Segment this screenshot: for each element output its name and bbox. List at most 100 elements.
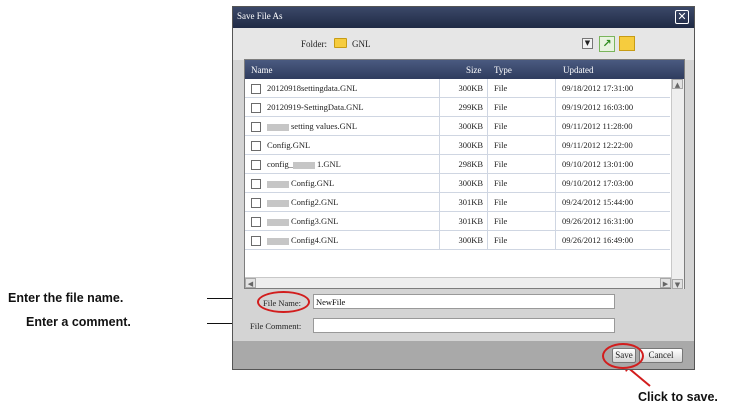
file-name-cell: 20120919-SettingData.GNL bbox=[245, 98, 440, 116]
file-name-cell: 20120918settingdata.GNL bbox=[245, 79, 440, 97]
column-header-updated[interactable]: Updated bbox=[563, 65, 594, 75]
file-name-field[interactable] bbox=[313, 294, 615, 309]
redacted-text bbox=[267, 237, 289, 245]
save-file-dialog: Save File As ✕ Folder: GNL ▼ ↗ Name Size… bbox=[232, 6, 695, 370]
callout-save: Click to save. bbox=[638, 390, 718, 404]
table-row[interactable]: Config4.GNL 300KB File 09/26/2012 16:49:… bbox=[245, 231, 670, 250]
file-name: Config2.GNL bbox=[291, 197, 339, 207]
redacted-text bbox=[267, 199, 289, 207]
table-row[interactable]: config_ 1.GNL 298KB File 09/10/2012 13:01… bbox=[245, 155, 670, 174]
column-header-name[interactable]: Name bbox=[251, 65, 273, 75]
file-updated-cell: 09/24/2012 15:44:00 bbox=[562, 197, 634, 207]
folder-dropdown-icon[interactable]: ▼ bbox=[582, 38, 593, 49]
file-updated-cell: 09/10/2012 17:03:00 bbox=[562, 178, 634, 188]
file-updated-cell: 09/26/2012 16:49:00 bbox=[562, 235, 634, 245]
up-folder-icon[interactable]: ↗ bbox=[599, 36, 615, 52]
file-name-cell: Config.GNL bbox=[245, 174, 440, 192]
file-name: Config.GNL bbox=[291, 178, 335, 188]
table-row[interactable]: 20120918settingdata.GNL 300KB File 09/18… bbox=[245, 79, 670, 98]
column-header-type[interactable]: Type bbox=[494, 65, 512, 75]
redacted-text bbox=[267, 180, 289, 188]
file-updated-cell: 09/10/2012 13:01:00 bbox=[562, 159, 634, 169]
table-row[interactable]: Config.GNL 300KB File 09/10/2012 17:03:0… bbox=[245, 174, 670, 193]
file-comment-label: File Comment: bbox=[250, 321, 302, 331]
file-name-cell: Config2.GNL bbox=[245, 193, 440, 211]
file-name-cell: config_ 1.GNL bbox=[245, 155, 440, 173]
file-size-cell: 300KB bbox=[440, 174, 488, 192]
file-comment-field[interactable] bbox=[313, 318, 615, 333]
scroll-down-icon[interactable]: ▼ bbox=[672, 279, 683, 289]
file-size-cell: 300KB bbox=[440, 79, 488, 97]
cancel-button[interactable]: Cancel bbox=[639, 348, 683, 363]
file-size-cell: 301KB bbox=[440, 212, 488, 230]
redacted-text bbox=[267, 123, 289, 131]
file-name: Config3.GNL bbox=[291, 216, 339, 226]
file-size-cell: 298KB bbox=[440, 155, 488, 173]
file-type-cell: File bbox=[488, 174, 556, 192]
column-header-size[interactable]: Size bbox=[466, 65, 482, 75]
folder-row: Folder: GNL ▼ ↗ bbox=[233, 28, 694, 60]
row-checkbox[interactable] bbox=[251, 121, 261, 132]
file-type-cell: File bbox=[488, 193, 556, 211]
file-type-cell: File bbox=[488, 136, 556, 154]
file-updated-cell: 09/18/2012 17:31:00 bbox=[562, 83, 634, 93]
callout-file-name: Enter the file name. bbox=[8, 291, 124, 305]
file-updated-cell: 09/11/2012 11:28:00 bbox=[562, 121, 633, 131]
scroll-left-icon[interactable]: ◀ bbox=[245, 278, 256, 288]
file-type-cell: File bbox=[488, 117, 556, 135]
row-checkbox[interactable] bbox=[251, 197, 261, 208]
file-name: config_ bbox=[267, 159, 293, 169]
new-folder-icon[interactable] bbox=[619, 36, 635, 51]
folder-icon bbox=[334, 38, 347, 48]
file-size-cell: 300KB bbox=[440, 136, 488, 154]
table-row[interactable]: Config2.GNL 301KB File 09/24/2012 15:44:… bbox=[245, 193, 670, 212]
table-row[interactable]: 20120919-SettingData.GNL 299KB File 09/1… bbox=[245, 98, 670, 117]
file-name-cell: Config.GNL bbox=[245, 136, 440, 154]
file-type-cell: File bbox=[488, 231, 556, 249]
folder-value: GNL bbox=[352, 39, 371, 49]
row-checkbox[interactable] bbox=[251, 178, 261, 189]
file-name-suffix: 1.GNL bbox=[316, 159, 341, 169]
scroll-right-icon[interactable]: ▶ bbox=[660, 278, 671, 288]
table-row[interactable]: setting values.GNL 300KB File 09/11/2012… bbox=[245, 117, 670, 136]
folder-label: Folder: bbox=[301, 39, 327, 49]
file-name: Config.GNL bbox=[267, 140, 311, 150]
file-list-header: Name Size Type Updated bbox=[245, 60, 684, 79]
file-name-cell: Config4.GNL bbox=[245, 231, 440, 249]
file-updated-cell: 09/19/2012 16:03:00 bbox=[562, 102, 634, 112]
redacted-text bbox=[267, 218, 289, 226]
vertical-scrollbar[interactable]: ▲ ▼ bbox=[671, 79, 684, 289]
row-checkbox[interactable] bbox=[251, 216, 261, 227]
file-name: 20120918settingdata.GNL bbox=[267, 83, 358, 93]
file-type-cell: File bbox=[488, 79, 556, 97]
row-checkbox[interactable] bbox=[251, 102, 261, 113]
table-row[interactable]: Config.GNL 300KB File 09/11/2012 12:22:0… bbox=[245, 136, 670, 155]
file-size-cell: 301KB bbox=[440, 193, 488, 211]
file-type-cell: File bbox=[488, 98, 556, 116]
file-updated-cell: 09/26/2012 16:31:00 bbox=[562, 216, 634, 226]
file-rows: 20120918settingdata.GNL 300KB File 09/18… bbox=[245, 79, 670, 250]
table-row[interactable]: Config3.GNL 301KB File 09/26/2012 16:31:… bbox=[245, 212, 670, 231]
callout-comment: Enter a comment. bbox=[26, 315, 131, 329]
file-name: Config4.GNL bbox=[291, 235, 339, 245]
file-updated-cell: 09/11/2012 12:22:00 bbox=[562, 140, 633, 150]
file-size-cell: 300KB bbox=[440, 117, 488, 135]
save-highlight bbox=[602, 343, 644, 369]
row-checkbox[interactable] bbox=[251, 159, 261, 170]
file-size-cell: 299KB bbox=[440, 98, 488, 116]
file-name-cell: Config3.GNL bbox=[245, 212, 440, 230]
file-name-cell: setting values.GNL bbox=[245, 117, 440, 135]
file-name-highlight bbox=[257, 291, 310, 313]
file-list: Name Size Type Updated 20120918settingda… bbox=[244, 59, 685, 289]
close-icon[interactable]: ✕ bbox=[675, 10, 689, 24]
row-checkbox[interactable] bbox=[251, 235, 261, 246]
row-checkbox[interactable] bbox=[251, 83, 261, 94]
row-checkbox[interactable] bbox=[251, 140, 261, 151]
file-type-cell: File bbox=[488, 155, 556, 173]
file-name: 20120919-SettingData.GNL bbox=[267, 102, 364, 112]
file-type-cell: File bbox=[488, 212, 556, 230]
scroll-up-icon[interactable]: ▲ bbox=[672, 79, 683, 89]
horizontal-scrollbar[interactable]: ◀ ▶ bbox=[245, 277, 671, 288]
redacted-text bbox=[292, 161, 315, 169]
file-name: setting values.GNL bbox=[291, 121, 358, 131]
